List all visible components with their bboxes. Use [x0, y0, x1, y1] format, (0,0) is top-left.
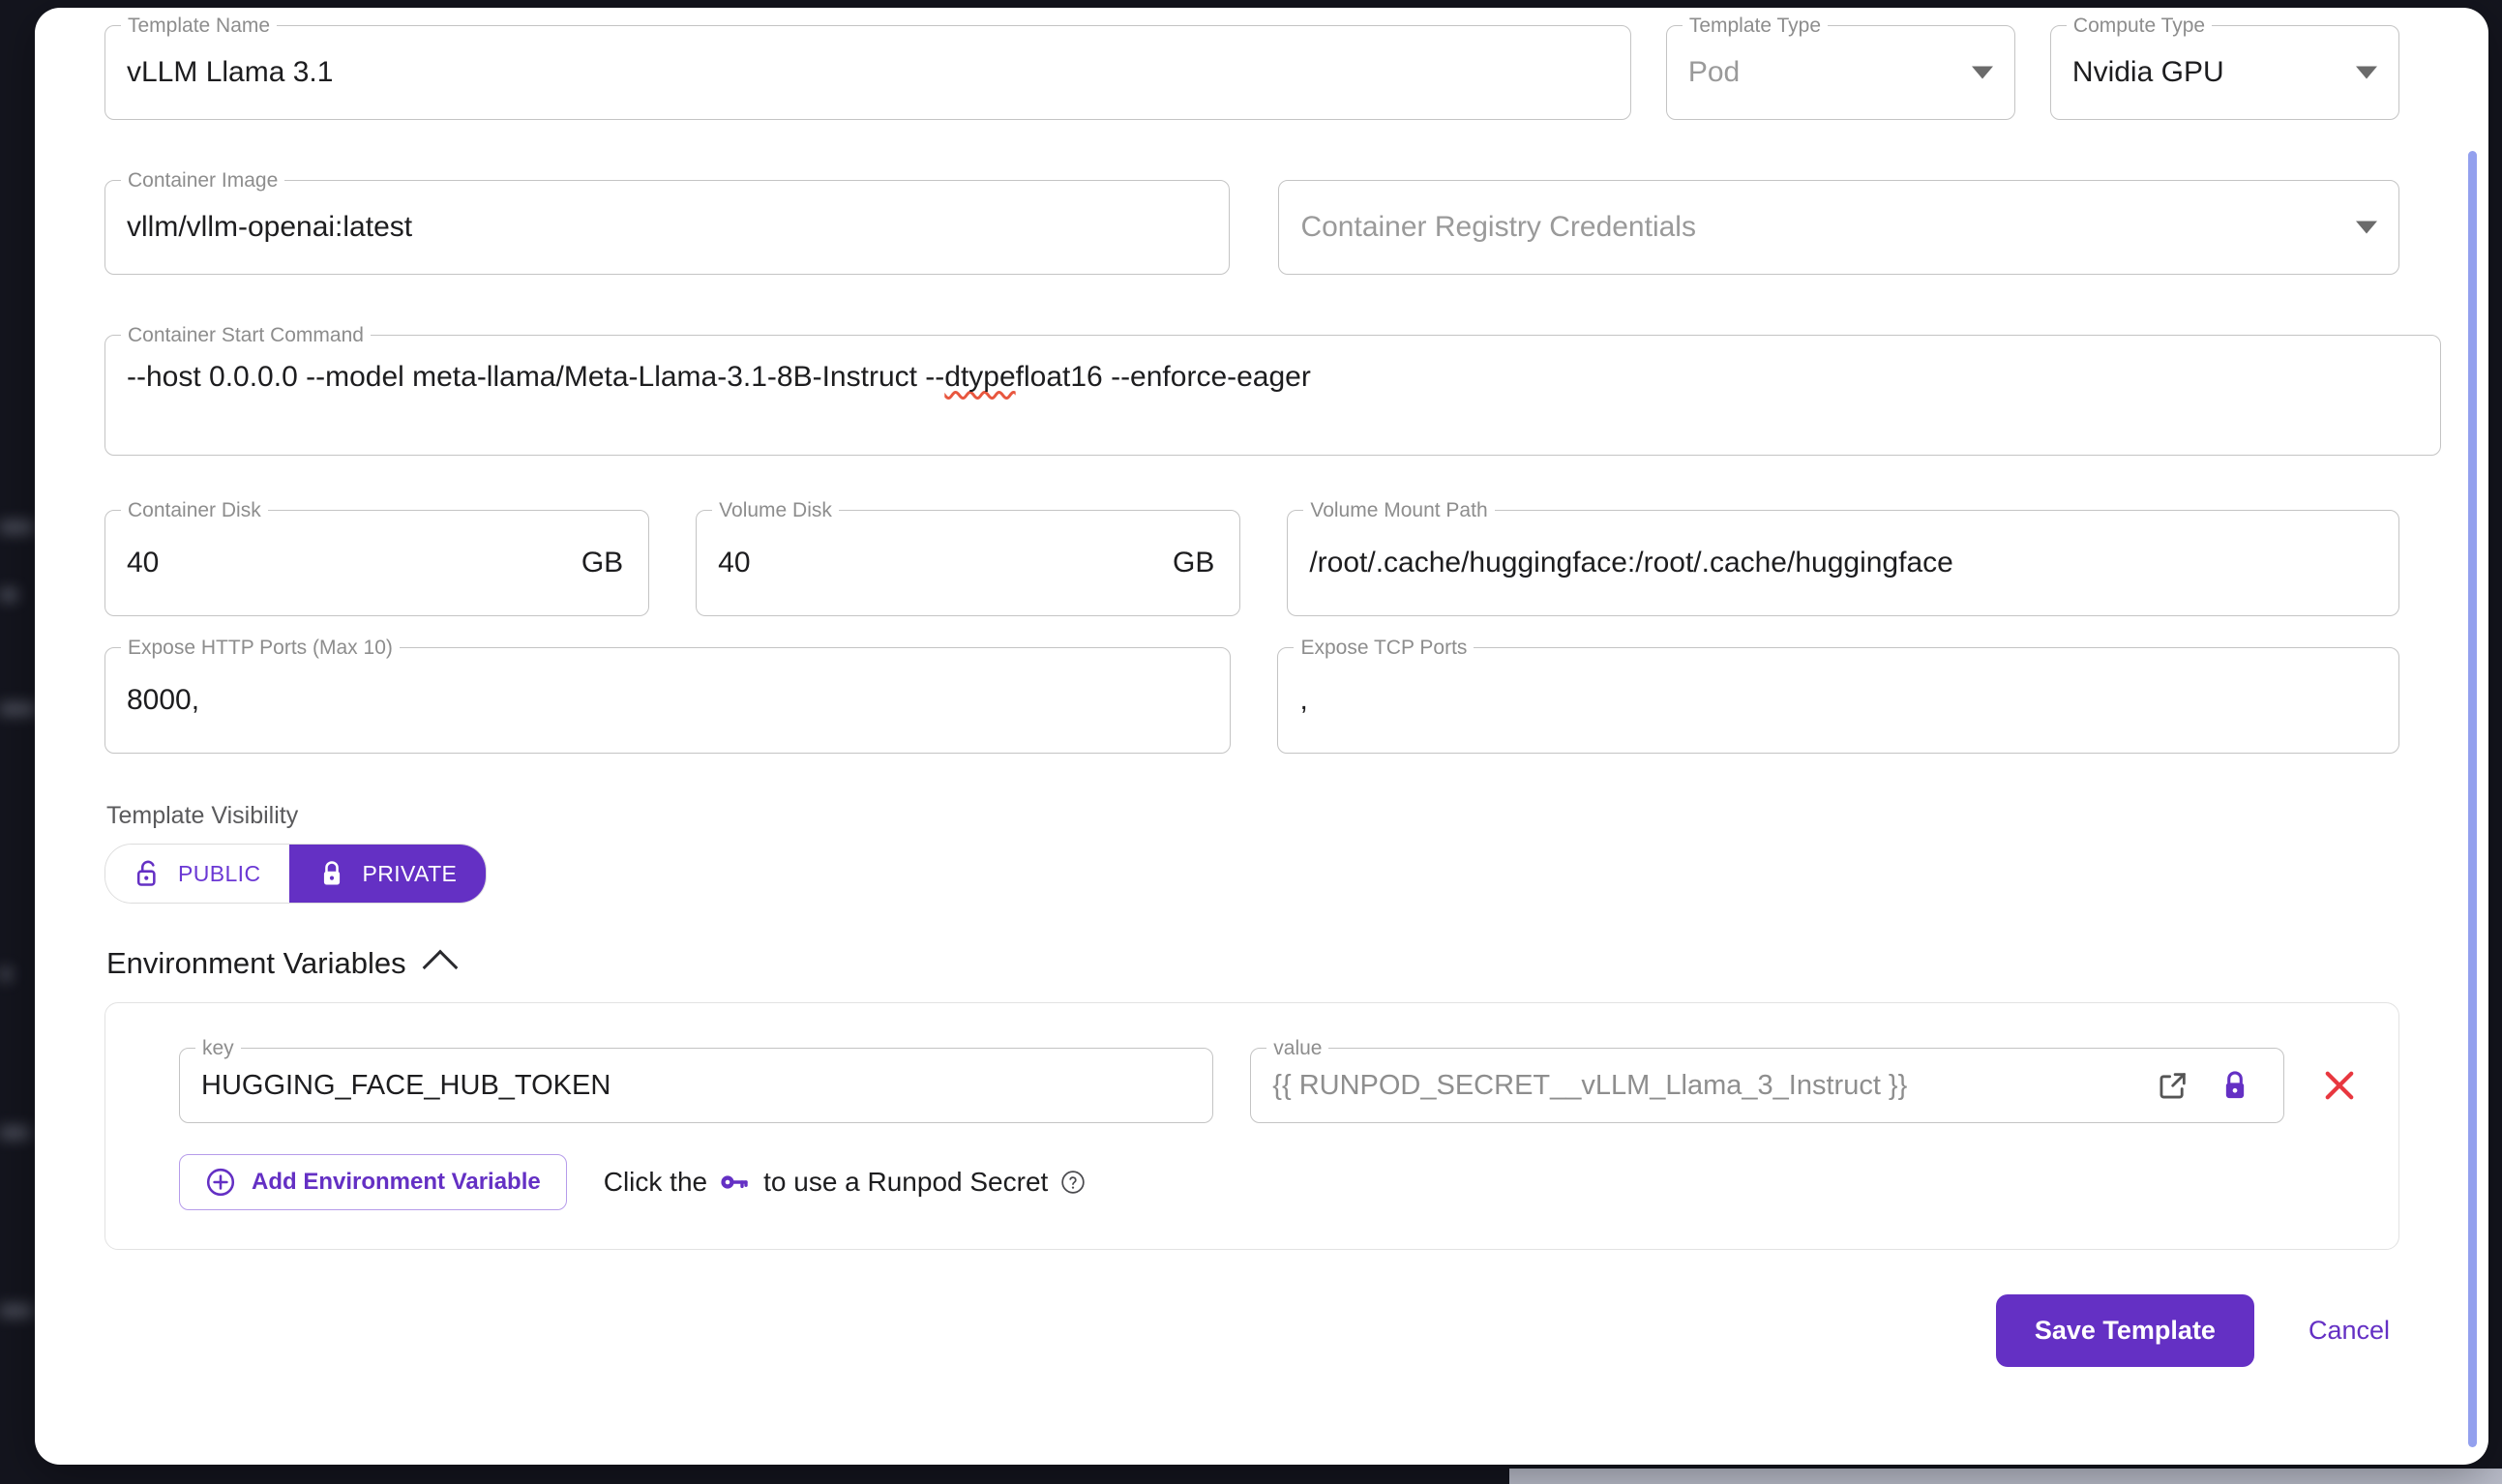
volume-disk-field[interactable]: Volume Disk 40 GB	[696, 510, 1240, 616]
compute-type-select[interactable]: Compute Type Nvidia GPU	[2050, 25, 2399, 120]
volume-mount-path-label: Volume Mount Path	[1303, 500, 1494, 521]
chevron-up-icon[interactable]	[422, 950, 458, 986]
registry-credentials-value[interactable]: Container Registry Credentials	[1279, 181, 2398, 274]
container-image-label: Container Image	[121, 170, 284, 192]
runpod-secret-hint-pre: Click the	[604, 1167, 707, 1198]
volume-disk-input[interactable]: 40	[697, 511, 1239, 615]
visibility-option-public[interactable]: PUBLIC	[105, 845, 289, 903]
http-ports-field[interactable]: Expose HTTP Ports (Max 10) 8000,	[104, 647, 1231, 754]
modal-footer: Save Template Cancel	[104, 1294, 2399, 1367]
environment-variables-title: Environment Variables	[106, 946, 406, 981]
template-type-select[interactable]: Template Type Pod	[1666, 25, 2015, 120]
cancel-button[interactable]: Cancel	[2308, 1316, 2390, 1346]
template-type-value[interactable]: Pod	[1667, 26, 2014, 119]
add-environment-variable-button[interactable]: Add Environment Variable	[179, 1154, 567, 1210]
modal-scroll-area: Template Name vLLM Llama 3.1 Template Ty…	[35, 8, 2488, 1465]
key-icon	[720, 1172, 751, 1193]
chevron-down-icon[interactable]	[1972, 67, 1993, 79]
form-row-identity: Template Name vLLM Llama 3.1 Template Ty…	[104, 25, 2399, 120]
start-command-label: Container Start Command	[121, 325, 371, 346]
delete-environment-variable-icon[interactable]	[2319, 1065, 2360, 1106]
http-ports-input[interactable]: 8000,	[105, 648, 1230, 753]
template-editor-modal: Template Name vLLM Llama 3.1 Template Ty…	[35, 8, 2488, 1465]
environment-variables-header[interactable]: Environment Variables	[106, 946, 2399, 981]
plus-circle-icon	[205, 1167, 236, 1198]
start-command-misspelled-word: dtype	[944, 361, 1015, 394]
help-circle-icon[interactable]	[1060, 1170, 1086, 1195]
start-command-text-pre: --host 0.0.0.0 --model meta-llama/Meta-L…	[127, 361, 944, 394]
volume-mount-path-field[interactable]: Volume Mount Path /root/.cache/huggingfa…	[1287, 510, 2399, 616]
runpod-secret-hint-post: to use a Runpod Secret	[763, 1167, 1048, 1198]
volume-disk-unit: GB	[1173, 547, 1214, 579]
container-disk-unit: GB	[581, 547, 623, 579]
template-form: Template Name vLLM Llama 3.1 Template Ty…	[35, 8, 2488, 1384]
form-row-ports: Expose HTTP Ports (Max 10) 8000, Expose …	[104, 647, 2399, 754]
env-value-label: value	[1266, 1038, 1328, 1059]
tcp-ports-field[interactable]: Expose TCP Ports ,	[1277, 647, 2399, 754]
volume-mount-path-input[interactable]: /root/.cache/huggingface:/root/.cache/hu…	[1288, 511, 2398, 615]
template-name-input[interactable]: vLLM Llama 3.1	[105, 26, 1630, 119]
compute-type-label: Compute Type	[2067, 15, 2212, 37]
modal-scrollbar-thumb[interactable]	[2468, 151, 2477, 1447]
template-visibility-section: Template Visibility PUBLIC	[104, 802, 2399, 904]
template-type-label: Template Type	[1683, 15, 1828, 37]
secret-lock-icon[interactable]	[2219, 1069, 2250, 1102]
chevron-down-icon[interactable]	[2356, 222, 2377, 234]
container-image-field[interactable]: Container Image vllm/vllm-openai:latest	[104, 180, 1230, 275]
start-command-text-post: float16 --enforce-eager	[1016, 361, 1311, 394]
env-key-field[interactable]: key HUGGING_FACE_HUB_TOKEN	[179, 1048, 1213, 1123]
template-visibility-toggle-group[interactable]: PUBLIC PRIVATE	[104, 844, 487, 904]
container-image-input[interactable]: vllm/vllm-openai:latest	[105, 181, 1229, 274]
tcp-ports-label: Expose TCP Ports	[1294, 638, 1474, 659]
form-row-disks: Container Disk 40 GB Volume Disk 40 GB V…	[104, 510, 2399, 616]
save-template-button[interactable]: Save Template	[1996, 1294, 2254, 1367]
start-command-input[interactable]: --host 0.0.0.0 --model meta-llama/Meta-L…	[105, 336, 2440, 455]
compute-type-value[interactable]: Nvidia GPU	[2051, 26, 2398, 119]
container-disk-input[interactable]: 40	[105, 511, 648, 615]
volume-disk-label: Volume Disk	[712, 500, 839, 521]
modal-scrollbar[interactable]	[2465, 15, 2479, 1457]
env-key-input[interactable]: HUGGING_FACE_HUB_TOKEN	[180, 1049, 1212, 1122]
add-environment-variable-label: Add Environment Variable	[252, 1169, 541, 1196]
container-disk-label: Container Disk	[121, 500, 268, 521]
env-value-field[interactable]: value {{ RUNPOD_SECRET__vLLM_Llama_3_Ins…	[1250, 1048, 2284, 1123]
unlock-icon	[134, 859, 162, 888]
env-value-input[interactable]: {{ RUNPOD_SECRET__vLLM_Llama_3_Instruct …	[1251, 1049, 2283, 1122]
environment-variable-row: key HUGGING_FACE_HUB_TOKEN value {{ RUNP…	[105, 1048, 2398, 1123]
visibility-option-public-label: PUBLIC	[178, 861, 260, 887]
lock-icon	[318, 859, 345, 888]
tcp-ports-input[interactable]: ,	[1278, 648, 2398, 753]
form-row-command: Container Start Command --host 0.0.0.0 -…	[104, 335, 2399, 456]
env-key-label: key	[195, 1038, 241, 1059]
http-ports-label: Expose HTTP Ports (Max 10)	[121, 638, 400, 659]
template-visibility-label: Template Visibility	[106, 802, 2399, 830]
external-link-icon[interactable]	[2157, 1069, 2189, 1102]
environment-variable-actions: Add Environment Variable Click the	[105, 1154, 2398, 1210]
template-name-field[interactable]: Template Name vLLM Llama 3.1	[104, 25, 1631, 120]
registry-credentials-select[interactable]: Container Registry Credentials	[1278, 180, 2399, 275]
form-row-image: Container Image vllm/vllm-openai:latest …	[104, 180, 2399, 275]
environment-variables-card: key HUGGING_FACE_HUB_TOKEN value {{ RUNP…	[104, 1002, 2399, 1250]
container-disk-field[interactable]: Container Disk 40 GB	[104, 510, 649, 616]
visibility-option-private-label: PRIVATE	[362, 861, 457, 887]
visibility-option-private[interactable]: PRIVATE	[289, 845, 486, 903]
start-command-field[interactable]: Container Start Command --host 0.0.0.0 -…	[104, 335, 2441, 456]
chevron-down-icon[interactable]	[2356, 67, 2377, 79]
template-name-label: Template Name	[121, 15, 277, 37]
runpod-secret-hint: Click the to use a Runpod Secret	[604, 1167, 1087, 1198]
